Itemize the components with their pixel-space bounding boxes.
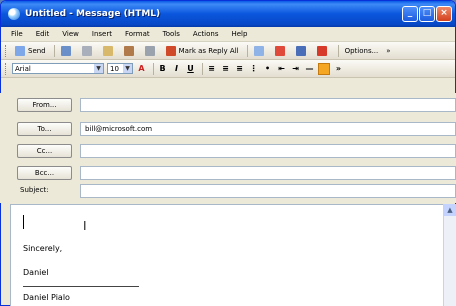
cut-button[interactable] xyxy=(79,44,98,57)
chevron-down-icon: ▼ xyxy=(123,64,132,73)
formatting-toolbar: Arial ▼ 10 ▼ A B I U ≡ ≡ ≡ ⋮ • ⇤ ⇥ — » xyxy=(1,60,455,78)
title-bar[interactable]: Untitled - Message (HTML) _ □ × xyxy=(1,1,455,27)
horizontal-line-icon[interactable]: — xyxy=(304,63,315,74)
scissors-icon xyxy=(81,45,92,56)
menu-insert[interactable]: Insert xyxy=(92,30,112,38)
window-title: Untitled - Message (HTML) xyxy=(25,9,161,19)
bold-button[interactable]: B xyxy=(157,63,168,74)
flag-button[interactable] xyxy=(314,44,333,57)
address-book-button[interactable] xyxy=(121,44,140,57)
subject-row: Subject: xyxy=(0,183,456,200)
toolbar-separator xyxy=(153,62,154,75)
align-center-icon[interactable]: ≡ xyxy=(220,63,231,74)
send-button[interactable]: Send xyxy=(12,44,49,57)
menu-file[interactable]: File xyxy=(11,30,23,38)
highlight-icon[interactable] xyxy=(318,62,330,75)
check-names-icon xyxy=(253,45,264,56)
font-color-icon[interactable]: A xyxy=(136,63,147,74)
message-header: From... To... bill@microsoft.com Cc... B… xyxy=(0,93,456,203)
minimize-button[interactable]: _ xyxy=(402,6,418,22)
cc-field[interactable] xyxy=(80,144,456,158)
toolbar-separator xyxy=(337,44,339,57)
underline-button[interactable]: U xyxy=(185,63,196,74)
check-names-button[interactable] xyxy=(251,44,270,57)
toolbar-separator xyxy=(53,44,55,57)
to-row: To... bill@microsoft.com xyxy=(0,121,456,138)
menu-help[interactable]: Help xyxy=(231,30,247,38)
message-body[interactable]: I Sincerely, Daniel Daniel Pialo xyxy=(10,204,444,306)
align-left-icon[interactable]: ≡ xyxy=(206,63,217,74)
menu-edit[interactable]: Edit xyxy=(36,30,50,38)
increase-indent-icon[interactable]: ⇥ xyxy=(290,63,301,74)
options-label: Options... xyxy=(344,46,379,55)
bcc-button[interactable]: Bcc... xyxy=(17,166,72,180)
italic-button[interactable]: I xyxy=(171,63,182,74)
importance-high-button[interactable] xyxy=(272,44,291,57)
font-size-select[interactable]: 10 ▼ xyxy=(107,63,133,74)
importance-low-button[interactable] xyxy=(293,44,312,57)
text-cursor xyxy=(23,215,30,229)
save-button[interactable] xyxy=(58,44,77,57)
address-book-icon xyxy=(123,45,134,56)
menu-bar: File Edit View Insert Format Tools Actio… xyxy=(1,27,455,42)
red-flag-icon xyxy=(316,45,327,56)
options-button[interactable]: Options... xyxy=(342,44,382,57)
mark-reply-label: Mark as Reply All xyxy=(178,46,239,55)
subject-field[interactable] xyxy=(80,184,456,198)
save-icon xyxy=(60,45,71,56)
paste-icon xyxy=(102,45,113,56)
signature-name: Daniel xyxy=(23,268,49,277)
scroll-up-icon[interactable]: ▲ xyxy=(444,204,456,216)
toolbar-overflow-button[interactable]: » xyxy=(333,63,344,74)
font-size-value: 10 xyxy=(110,64,119,73)
exclamation-icon xyxy=(274,45,285,56)
to-button[interactable]: To... xyxy=(17,122,72,136)
ibeam-cursor-icon: I xyxy=(83,219,87,233)
decrease-indent-icon[interactable]: ⇤ xyxy=(276,63,287,74)
toolbar-separator xyxy=(246,44,248,57)
menu-format[interactable]: Format xyxy=(125,30,150,38)
send-label: Send xyxy=(28,46,46,55)
signature-fullname: Daniel Pialo xyxy=(23,293,70,302)
chevron-down-icon: ▼ xyxy=(94,64,103,73)
cc-button[interactable]: Cc... xyxy=(17,144,72,158)
toolbar-overflow-button[interactable]: » xyxy=(383,44,393,57)
bullet-list-icon[interactable]: • xyxy=(262,63,273,74)
send-icon xyxy=(15,45,25,56)
font-value: Arial xyxy=(15,64,31,73)
bcc-row: Bcc... xyxy=(0,165,456,182)
paste-button[interactable] xyxy=(100,44,119,57)
close-button[interactable]: × xyxy=(436,6,452,22)
mark-reply-button[interactable]: Mark as Reply All xyxy=(163,44,242,57)
align-right-icon[interactable]: ≡ xyxy=(234,63,245,74)
vertical-scrollbar[interactable]: ▲ xyxy=(443,204,456,306)
from-button[interactable]: From... xyxy=(17,98,72,112)
numbered-list-icon[interactable]: ⋮ xyxy=(248,63,259,74)
outlook-icon xyxy=(8,8,20,20)
subject-label: Subject: xyxy=(20,186,49,194)
flag-icon xyxy=(165,45,176,56)
maximize-button[interactable]: □ xyxy=(419,6,435,22)
toolbar-separator xyxy=(202,62,203,75)
signature-divider xyxy=(23,286,139,287)
from-field[interactable] xyxy=(80,98,456,112)
toolbar-grip[interactable] xyxy=(5,62,9,75)
font-select[interactable]: Arial ▼ xyxy=(12,63,104,74)
paperclip-icon xyxy=(144,45,155,56)
down-arrow-icon xyxy=(295,45,306,56)
to-field[interactable]: bill@microsoft.com xyxy=(80,122,456,136)
standard-toolbar: Send Mark as Reply All Options... » xyxy=(1,42,455,60)
signoff-text: Sincerely, xyxy=(23,244,63,253)
bcc-field[interactable] xyxy=(80,166,456,180)
menu-view[interactable]: View xyxy=(62,30,79,38)
menu-actions[interactable]: Actions xyxy=(193,30,219,38)
toolbar-grip[interactable] xyxy=(5,44,9,57)
menu-tools[interactable]: Tools xyxy=(163,30,180,38)
cc-row: Cc... xyxy=(0,143,456,160)
attach-button[interactable] xyxy=(142,44,161,57)
from-row: From... xyxy=(0,97,456,114)
